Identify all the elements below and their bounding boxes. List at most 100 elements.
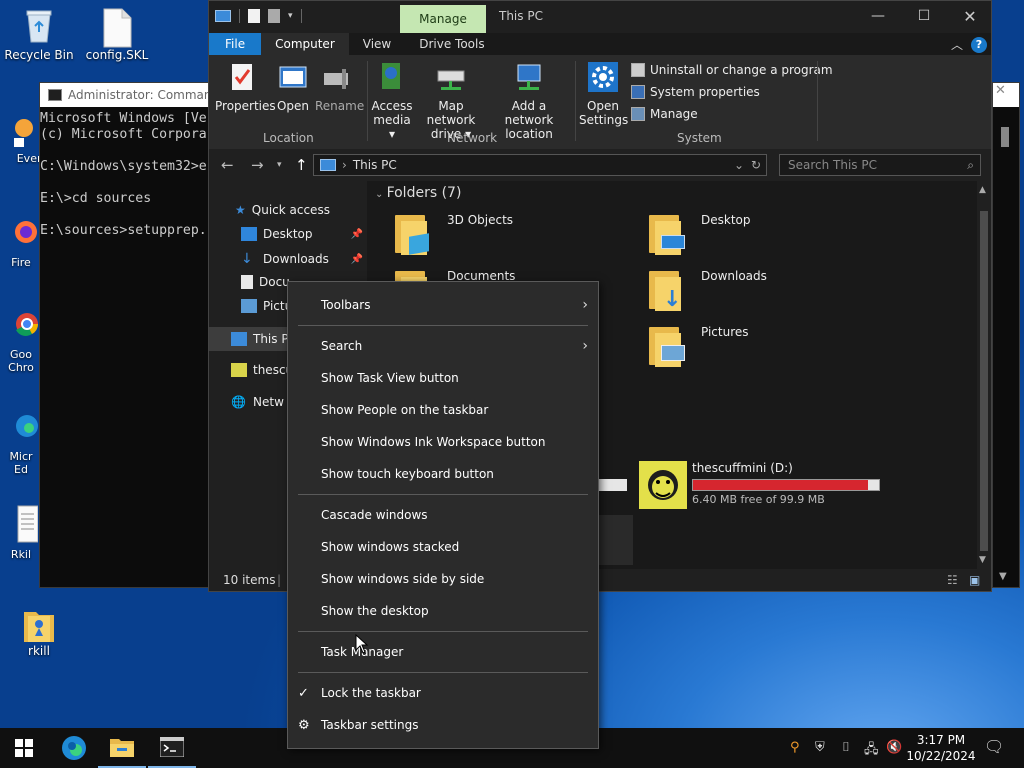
folder-downloads-icon: ↓	[647, 269, 691, 313]
menu-item-taskbar-settings[interactable]: ⚙ Taskbar settings	[288, 709, 598, 741]
menu-item-show-desktop[interactable]: Show the desktop	[288, 595, 598, 627]
desktop-icon-rkill[interactable]: rkill	[2, 604, 76, 658]
start-button[interactable]	[0, 728, 48, 768]
quick-access-toolbar: ▾	[215, 9, 302, 23]
nav-drive-d[interactable]: thescu	[231, 363, 293, 377]
menu-item-side-by-side[interactable]: Show windows side by side	[288, 563, 598, 595]
tab-manage[interactable]: Manage	[400, 5, 486, 33]
explorer-titlebar[interactable]: ▾ Manage This PC — ☐ ✕	[209, 1, 991, 33]
new-folder-qat-icon[interactable]	[268, 9, 280, 23]
taskbar-context-menu[interactable]: Toolbars › Search › Show Task View button …	[287, 281, 599, 749]
scroll-up-icon[interactable]: ▲	[979, 185, 986, 195]
manage-button[interactable]: Manage	[631, 107, 698, 121]
maximize-button[interactable]: ☐	[901, 1, 947, 31]
desktop-folder-icon	[241, 227, 257, 241]
defender-shield-icon[interactable]: ⛨	[815, 740, 825, 755]
taskbar-edge-button[interactable]	[50, 728, 98, 768]
address-bar[interactable]: › This PC ⌄ ↻	[313, 154, 767, 176]
menu-item-windows-stacked[interactable]: Show windows stacked	[288, 531, 598, 563]
clock[interactable]: 3:17 PM 10/22/2024	[906, 732, 976, 764]
collapse-ribbon-icon[interactable]: ︿	[951, 36, 963, 53]
customize-qat-icon[interactable]: ▾	[288, 11, 293, 21]
uninstall-program-button[interactable]: Uninstall or change a program	[631, 63, 833, 77]
scroll-down-icon[interactable]: ▼	[999, 571, 1007, 582]
folders-group-header[interactable]: ⌄ Folders (7)	[375, 185, 461, 201]
search-icon: ⌕	[967, 157, 974, 172]
desktop-icon-config[interactable]: config.SKL	[80, 8, 154, 62]
volume-muted-icon[interactable]: 🔇	[886, 740, 902, 755]
details-view-icon[interactable]: ☷	[947, 573, 958, 587]
close-icon[interactable]: ✕	[993, 83, 1019, 107]
folder-pictures[interactable]: Pictures	[647, 325, 749, 369]
drive-d-tile[interactable]: thescuffmini (D:) 6.40 MB free of 99.9 M…	[639, 461, 887, 511]
map-network-drive-button[interactable]: Map network drive ▾	[415, 61, 487, 141]
network-icon: 🌐	[231, 395, 246, 409]
everything-search-tray-icon[interactable]: ⚲	[790, 740, 800, 755]
system-properties-button[interactable]: System properties	[631, 85, 760, 99]
forward-button[interactable]: →	[251, 156, 264, 174]
edge-icon	[62, 736, 86, 760]
vertical-scrollbar[interactable]: ▲ ▼	[977, 181, 991, 569]
access-media-button[interactable]: Access media ▾	[371, 61, 413, 141]
status-divider: |	[277, 573, 282, 587]
menu-item-task-manager[interactable]: Task Manager	[288, 636, 598, 668]
search-box[interactable]: Search This PC ⌕	[779, 154, 981, 176]
back-button[interactable]: ←	[221, 156, 234, 174]
clock-time: 3:17 PM	[916, 733, 966, 747]
up-button[interactable]: ↑	[295, 156, 308, 174]
menu-item-toolbars[interactable]: Toolbars ›	[288, 289, 598, 321]
recent-locations-button[interactable]: ▾	[277, 160, 282, 170]
nav-documents[interactable]: Docu	[241, 275, 290, 289]
menu-item-show-task-view[interactable]: Show Task View button	[288, 362, 598, 394]
scrollbar-thumb[interactable]	[1001, 127, 1009, 147]
menu-item-search[interactable]: Search ›	[288, 330, 598, 362]
open-button[interactable]: Open	[273, 61, 313, 113]
firefox-icon	[14, 212, 38, 252]
menu-item-show-people[interactable]: Show People on the taskbar	[288, 394, 598, 426]
menu-item-show-ink-workspace[interactable]: Show Windows Ink Workspace button	[288, 426, 598, 458]
add-network-location-button[interactable]: Add a network location	[489, 61, 569, 141]
background-window-edge: ✕ ▼	[992, 82, 1020, 588]
taskbar-command-prompt-button[interactable]	[148, 728, 196, 768]
nav-desktop[interactable]: Desktop 📌	[241, 227, 363, 241]
scrollbar-thumb[interactable]	[980, 211, 988, 551]
breadcrumb[interactable]: This PC	[353, 158, 397, 172]
open-settings-button[interactable]: Open Settings	[579, 61, 628, 127]
group-network-label: Network	[447, 131, 498, 145]
folder-downloads[interactable]: ↓ Downloads	[647, 269, 767, 313]
desktop-icon-recycle-bin[interactable]: Recycle Bin	[2, 8, 76, 62]
rename-button[interactable]: Rename	[315, 61, 364, 113]
taskbar-file-explorer-button[interactable]	[98, 728, 146, 768]
chrome-icon	[14, 304, 39, 344]
refresh-icon[interactable]: ↻	[751, 158, 761, 172]
access-media-icon	[376, 61, 408, 93]
tab-view[interactable]: View	[349, 33, 405, 55]
close-button[interactable]: ✕	[947, 1, 991, 31]
network-status-icon[interactable]: 🖧	[864, 740, 879, 762]
group-system-label: System	[677, 131, 722, 145]
nav-downloads[interactable]: ↓ Downloads 📌	[241, 251, 363, 267]
qat-divider-2	[300, 9, 302, 23]
pictures-icon	[241, 299, 257, 313]
menu-item-lock-taskbar[interactable]: ✓ Lock the taskbar	[288, 677, 598, 709]
ribbon-separator	[817, 61, 818, 141]
help-icon[interactable]: ?	[971, 36, 987, 53]
nav-quick-access[interactable]: ★ Quick access	[235, 203, 330, 217]
large-icons-view-icon[interactable]: ▣	[969, 573, 980, 587]
folder-desktop[interactable]: Desktop	[647, 213, 751, 257]
tab-file[interactable]: File	[209, 33, 262, 55]
action-center-icon[interactable]: 🗨	[984, 737, 1004, 756]
folder-3d-objects[interactable]: 3D Objects	[393, 213, 513, 257]
usb-eject-icon[interactable]: ⌷	[842, 740, 850, 755]
properties-button[interactable]: Properties	[215, 61, 276, 113]
nav-pictures[interactable]: Pictu	[241, 299, 292, 313]
properties-qat-icon[interactable]	[248, 9, 260, 23]
scroll-down-icon[interactable]: ▼	[979, 555, 986, 565]
address-dropdown-icon[interactable]: ⌄	[734, 158, 744, 172]
minimize-button[interactable]: —	[855, 1, 901, 31]
nav-network[interactable]: 🌐 Netw	[231, 395, 284, 409]
tab-computer[interactable]: Computer	[261, 33, 349, 55]
menu-item-cascade-windows[interactable]: Cascade windows	[288, 499, 598, 531]
tab-drive-tools[interactable]: Drive Tools	[405, 33, 498, 55]
menu-item-show-touch-keyboard[interactable]: Show touch keyboard button	[288, 458, 598, 490]
